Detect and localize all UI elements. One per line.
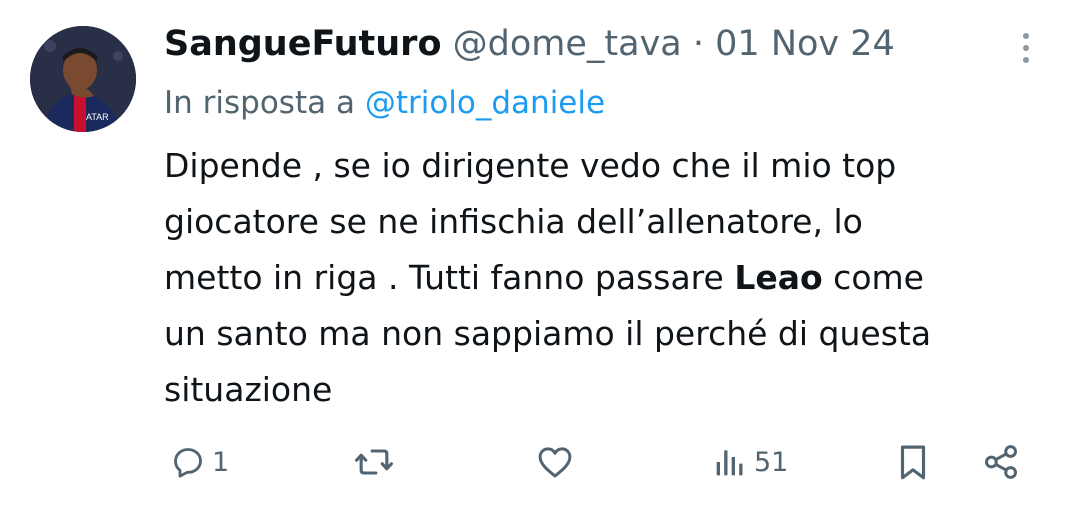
- views-icon: [716, 450, 743, 476]
- heart-icon: [538, 447, 572, 478]
- views-button[interactable]: 51: [710, 436, 788, 488]
- retweet-button[interactable]: [352, 436, 396, 488]
- share-icon: [984, 445, 1018, 479]
- bookmark-icon: [900, 445, 926, 480]
- tweet-body-line: situazione: [164, 370, 333, 409]
- views-count: 51: [754, 446, 789, 478]
- tweet-body-line: metto in riga . Tutti fanno passare Leao…: [164, 250, 1064, 306]
- avatar-image: ATAR: [30, 26, 136, 132]
- more-dot-icon: [1023, 57, 1029, 63]
- user-handle[interactable]: @dome_tava: [453, 24, 682, 64]
- more-options-button[interactable]: [1008, 26, 1044, 70]
- more-dot-icon: [1023, 33, 1029, 39]
- tweet-body-line: un santo ma non sappiamo il perché di qu…: [164, 314, 932, 353]
- tweet-body-bold: Leao: [734, 258, 823, 297]
- reply-button[interactable]: 1: [168, 436, 229, 488]
- action-bar: 1 51: [0, 436, 1080, 488]
- svg-text:ATAR: ATAR: [86, 112, 109, 122]
- retweet-icon: [355, 449, 393, 475]
- display-name[interactable]: SangueFuturo: [164, 24, 442, 64]
- tweet: ATAR SangueFuturo @dome_tava · 01 Nov 24…: [0, 0, 1080, 522]
- reply-count: 1: [212, 446, 230, 478]
- bookmark-button[interactable]: [892, 436, 934, 488]
- share-button[interactable]: [980, 436, 1022, 488]
- tweet-body-line: Dipende , se io dirigente vedo che il mi…: [164, 146, 897, 185]
- tweet-date[interactable]: 01 Nov 24: [715, 24, 895, 64]
- reply-mention-link[interactable]: @triolo_daniele: [365, 85, 605, 121]
- like-button[interactable]: [534, 436, 576, 488]
- avatar[interactable]: ATAR: [30, 26, 136, 132]
- reply-icon: [174, 448, 202, 478]
- tweet-body-segment: metto in riga . Tutti fanno passare: [164, 258, 735, 297]
- separator-dot: ·: [692, 24, 705, 64]
- tweet-header: SangueFuturo @dome_tava · 01 Nov 24: [164, 20, 895, 68]
- tweet-body: Dipende , se io dirigente vedo che il mi…: [164, 138, 1064, 418]
- reply-prefix: In risposta a: [164, 85, 355, 121]
- tweet-body-segment: come: [822, 258, 924, 297]
- reply-context: In risposta a @triolo_daniele: [164, 80, 605, 126]
- more-dot-icon: [1023, 45, 1029, 51]
- tweet-body-line: giocatore se ne infischia dell’allenator…: [164, 202, 863, 241]
